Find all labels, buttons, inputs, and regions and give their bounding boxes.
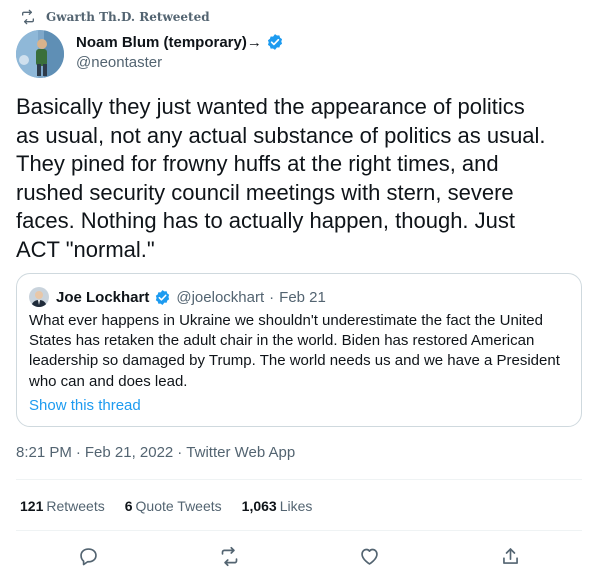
verified-badge-icon: [266, 33, 284, 51]
quote-tweets-label: Quote Tweets: [135, 498, 222, 514]
author-avatar[interactable]: [16, 30, 64, 78]
retweet-context-label: Gwarth Th.D. Retweeted: [46, 10, 210, 24]
quote-tweets-stat[interactable]: 6 Quote Tweets: [125, 498, 222, 514]
quoted-author-avatar: [29, 287, 49, 307]
retweet-icon: [20, 9, 36, 25]
tweet-date[interactable]: Feb 21, 2022: [85, 444, 173, 461]
quoted-tweet[interactable]: Joe Lockhart @joelockhart · Feb 21 What …: [16, 273, 582, 427]
quoted-author-name: Joe Lockhart: [56, 288, 150, 306]
quoted-tweet-date: Feb 21: [279, 288, 326, 306]
share-icon: [500, 546, 521, 567]
like-button[interactable]: [354, 541, 384, 571]
quote-tweets-count: 6: [124, 498, 133, 514]
likes-label: Likes: [279, 498, 313, 514]
separator-dot: ·: [75, 444, 81, 461]
retweets-label: Retweets: [46, 498, 105, 514]
retweet-context[interactable]: Gwarth Th.D. Retweeted: [20, 8, 210, 26]
likes-count: 1,063: [241, 498, 277, 514]
reply-button[interactable]: [73, 541, 103, 571]
author-name[interactable]: Noam Blum (temporary)→: [76, 34, 262, 51]
retweet-icon: [219, 546, 240, 567]
tweet-meta: 8:21 PM · Feb 21, 2022 · Twitter Web App: [16, 444, 295, 461]
tweet-author: Noam Blum (temporary)→ @neontaster: [16, 30, 284, 78]
likes-stat[interactable]: 1,063 Likes: [242, 498, 313, 514]
tweet-text: Basically they just wanted the appearanc…: [16, 94, 546, 262]
quoted-author-handle: @joelockhart: [176, 288, 265, 306]
divider: [16, 530, 582, 531]
author-handle[interactable]: @neontaster: [76, 54, 284, 71]
tweet-stats: 121 Retweets 6 Quote Tweets 1,063 Likes: [20, 498, 312, 514]
tweet-client[interactable]: Twitter Web App: [186, 444, 295, 461]
like-icon: [359, 546, 380, 567]
divider: [16, 479, 582, 480]
retweet-button[interactable]: [214, 541, 244, 571]
share-button[interactable]: [495, 541, 525, 571]
tweet-actions: [0, 541, 598, 571]
verified-badge-icon: [154, 289, 171, 306]
reply-icon: [78, 546, 99, 567]
retweets-count: 121: [20, 498, 44, 514]
separator-dot: ·: [177, 444, 183, 461]
quoted-tweet-text: What ever happens in Ukraine we shouldn'…: [29, 312, 560, 390]
show-thread-link[interactable]: Show this thread: [29, 397, 141, 414]
tweet-time[interactable]: 8:21 PM: [16, 444, 72, 461]
separator-dot: ·: [269, 288, 275, 306]
retweets-stat[interactable]: 121 Retweets: [20, 498, 105, 514]
